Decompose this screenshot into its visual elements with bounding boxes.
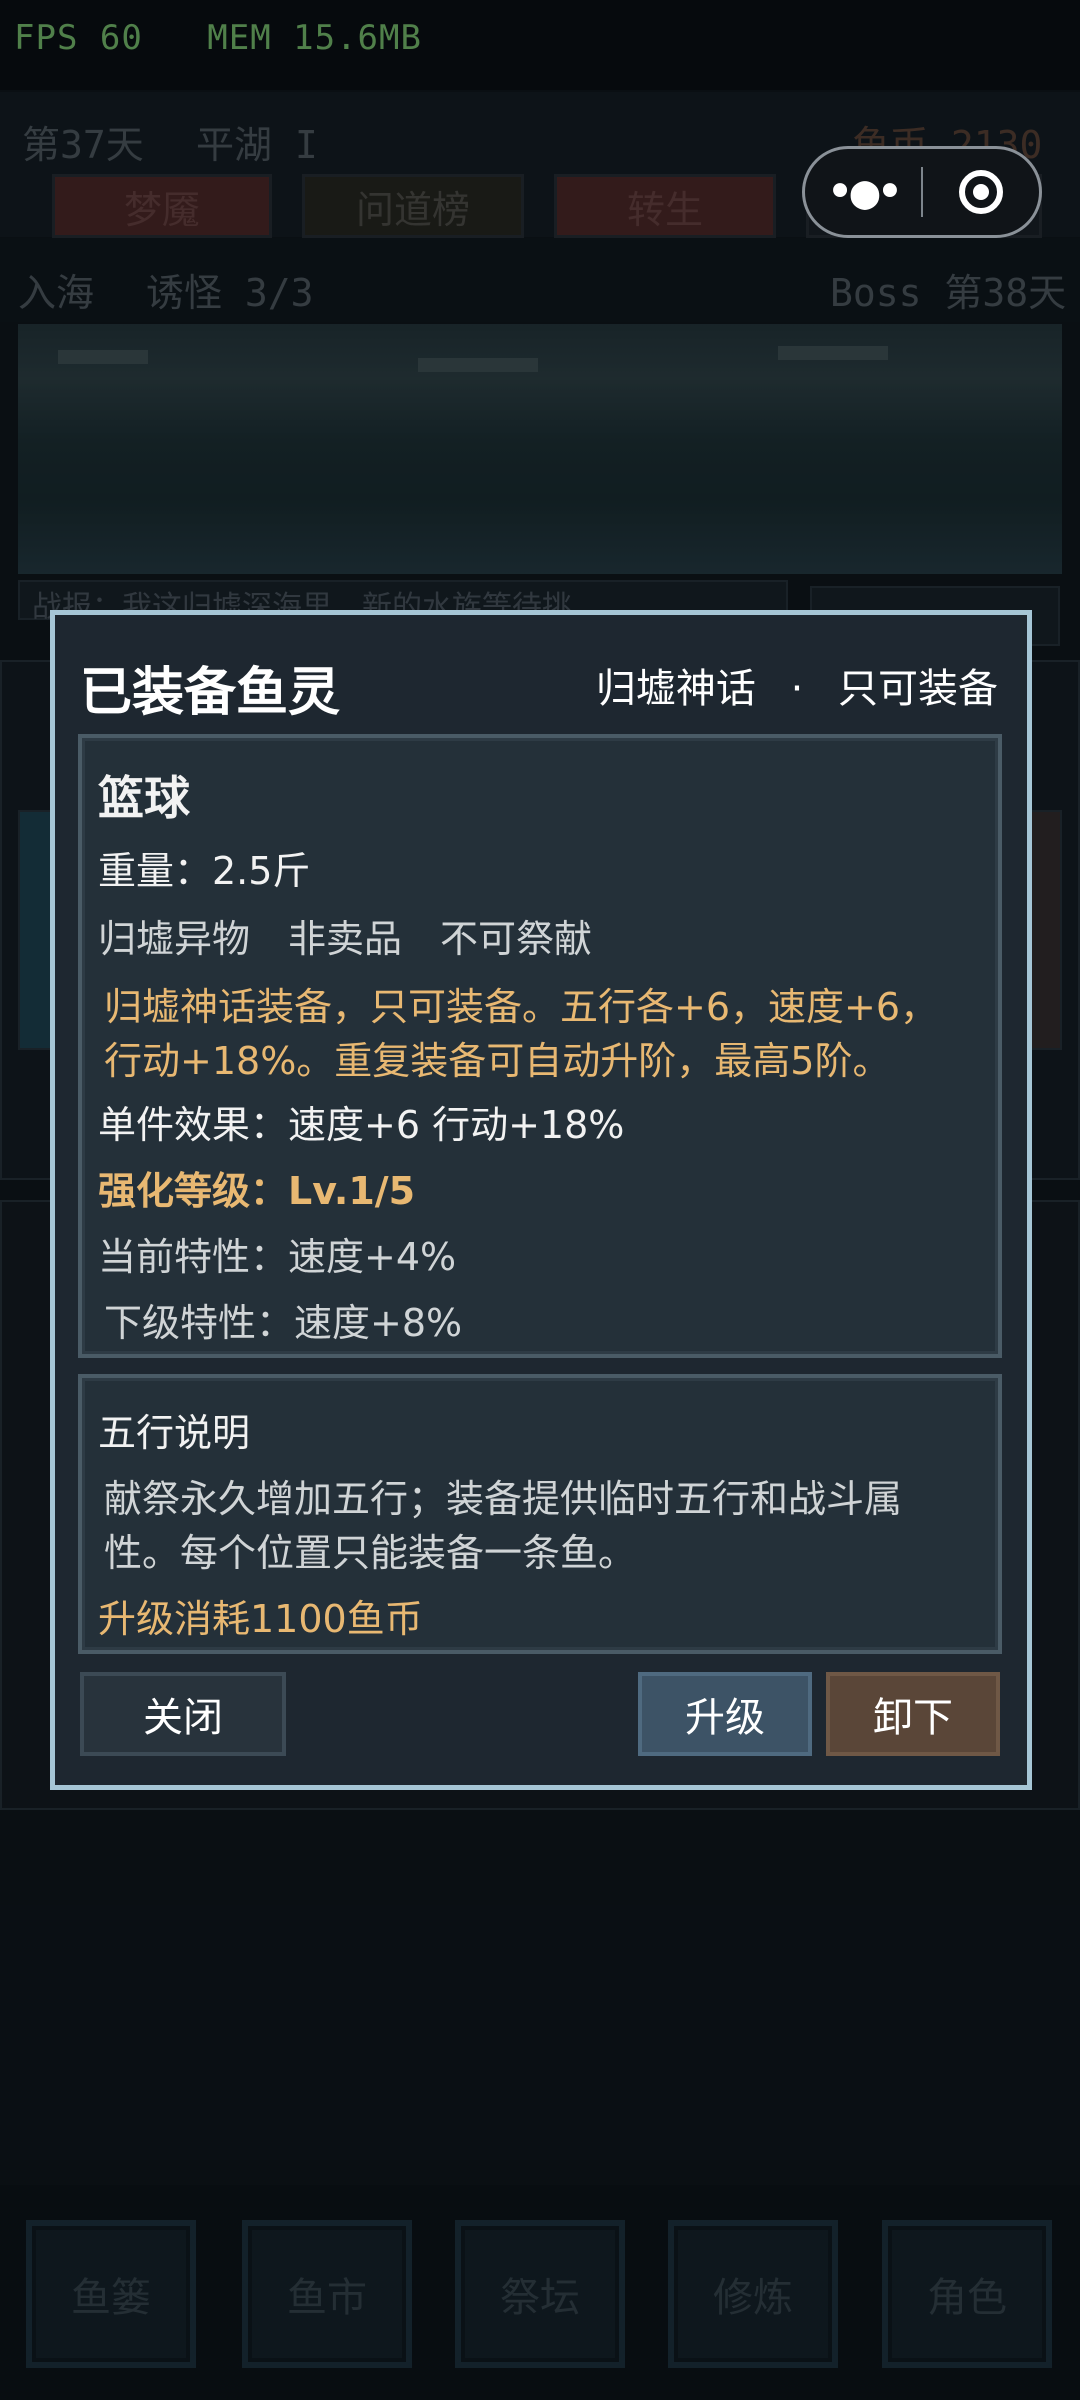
item-description-line-2: 行动+18%。重复装备可自动升阶，最高5阶。 (104, 1039, 891, 1083)
current-trait: 当前特性：速度+4% (98, 1235, 457, 1279)
rarity-tag: 归墟神话 · 只可装备 (596, 656, 998, 714)
rarity-label: 归墟神话 (595, 666, 756, 712)
item-tag: 归墟异物 (98, 917, 251, 961)
item-weight: 重量：2.5斤 (98, 849, 311, 893)
item-tag: 非卖品 (288, 917, 403, 961)
item-tag-list: 归墟异物 非卖品 不可祭献 (98, 908, 592, 963)
single-effect: 单件效果：速度+6 行动+18% (98, 1103, 625, 1147)
upgrade-button[interactable]: 升级 (638, 1672, 812, 1756)
equip-only-label: 只可装备 (838, 666, 998, 712)
mini-program-capsule: •●• (802, 146, 1042, 238)
target-ring-icon (958, 170, 1003, 214)
close-ring-button[interactable] (923, 170, 1039, 214)
unequip-button[interactable]: 卸下 (826, 1672, 1000, 1756)
wuxing-description-line-1: 献祭永久增加五行；装备提供临时五行和战斗属 (104, 1477, 903, 1521)
item-description-line-1: 归墟神话装备，只可装备。五行各+6，速度+6， (104, 985, 939, 1029)
wuxing-description-line-2: 性。每个位置只能装备一条鱼。 (104, 1531, 637, 1575)
next-trait: 下级特性：速度+8% (104, 1301, 463, 1345)
enhance-level: 强化等级：Lv.1/5 (98, 1169, 416, 1213)
item-tag: 不可祭献 (440, 917, 593, 961)
upgrade-cost: 升级消耗1100鱼币 (98, 1597, 423, 1641)
wuxing-title: 五行说明 (98, 1411, 251, 1455)
dialog-title: 已装备鱼灵 (80, 663, 341, 723)
item-name: 篮球 (98, 771, 190, 825)
close-button[interactable]: 关闭 (80, 1672, 286, 1756)
tag-separator: · (790, 666, 804, 712)
more-dots-icon[interactable]: •●• (805, 164, 921, 220)
